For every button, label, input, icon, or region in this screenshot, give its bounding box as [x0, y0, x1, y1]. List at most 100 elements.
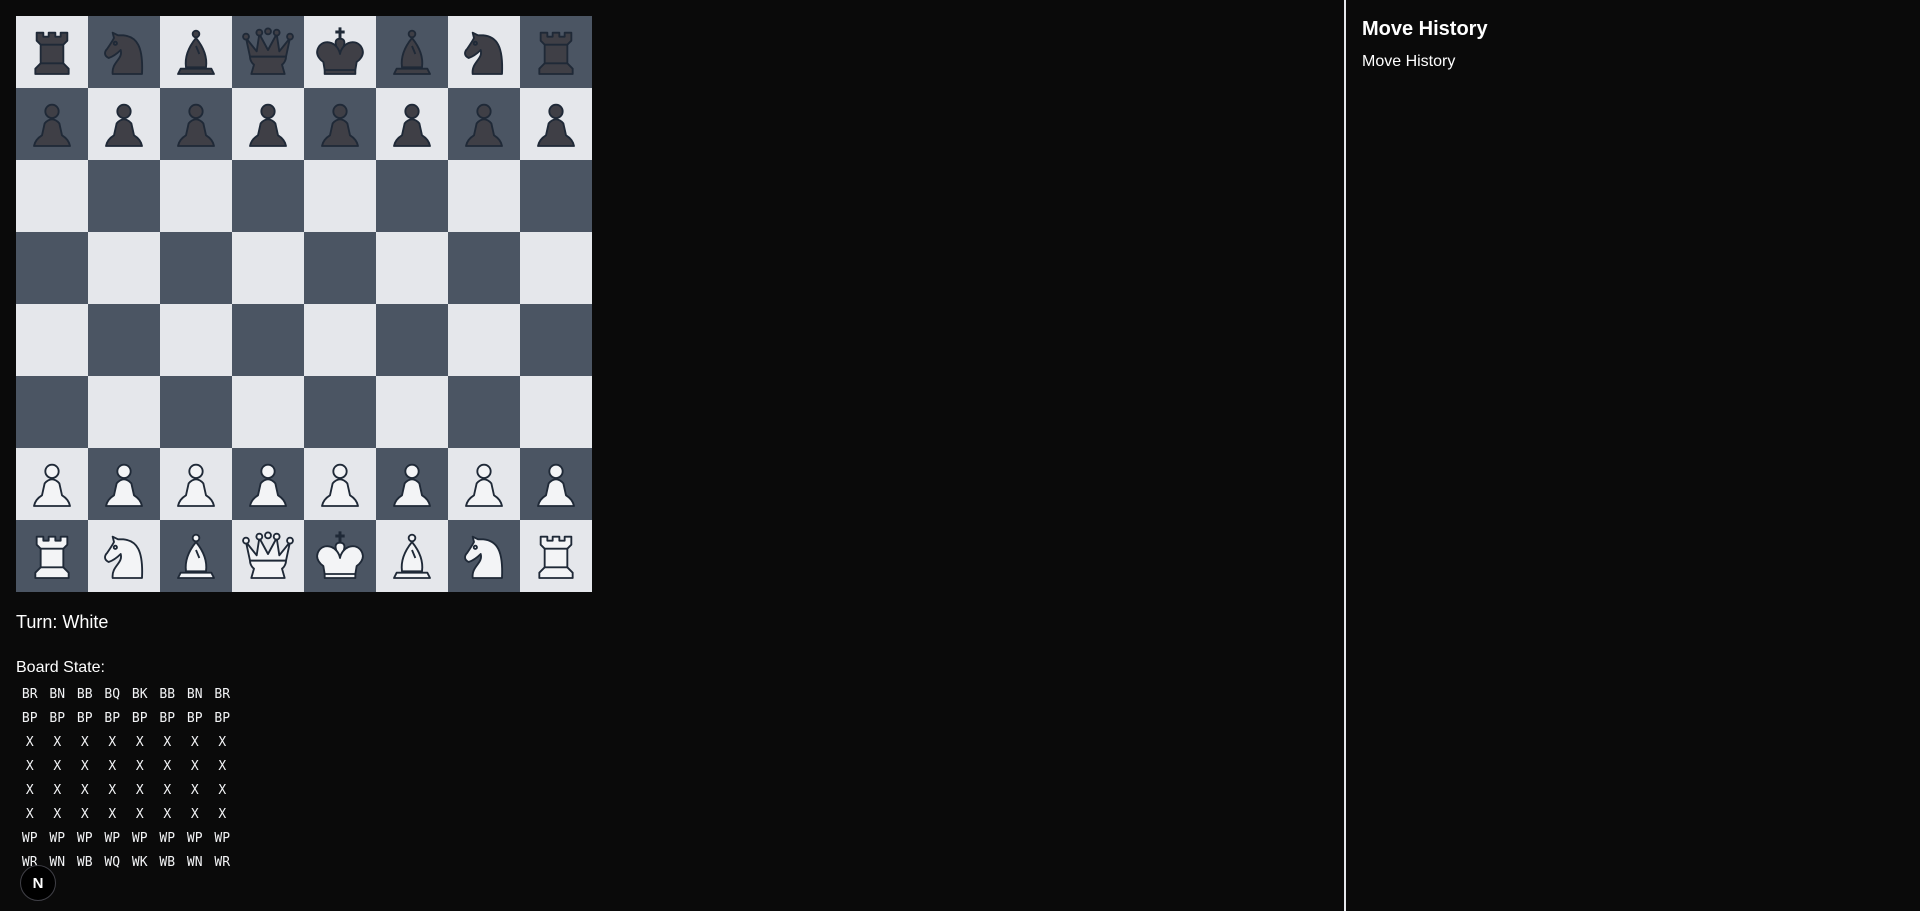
board-square[interactable]: [16, 376, 88, 448]
board-square[interactable]: [88, 376, 160, 448]
black-pawn-icon: [537, 103, 575, 147]
board-square[interactable]: [376, 16, 448, 88]
board-state-cell: X: [163, 759, 172, 774]
board-square[interactable]: [232, 88, 304, 160]
board-square[interactable]: [88, 304, 160, 376]
board-square[interactable]: [520, 16, 592, 88]
board-state-cell: X: [135, 783, 144, 798]
board-square[interactable]: [376, 448, 448, 520]
board-state-cell: X: [25, 807, 34, 822]
board-square[interactable]: [520, 448, 592, 520]
board-state-cell: X: [218, 783, 227, 798]
board-state-cell: X: [108, 735, 117, 750]
board-square[interactable]: [16, 520, 88, 592]
board-state-cell: WP: [21, 831, 38, 846]
board-square[interactable]: [16, 232, 88, 304]
board-state-cell: X: [135, 807, 144, 822]
board-square[interactable]: [520, 160, 592, 232]
black-pawn-icon: [249, 103, 287, 147]
board-square[interactable]: [232, 376, 304, 448]
board-square[interactable]: [160, 160, 232, 232]
board-square[interactable]: [520, 304, 592, 376]
board-square[interactable]: [232, 304, 304, 376]
board-square[interactable]: [376, 88, 448, 160]
board-square[interactable]: [520, 232, 592, 304]
board-state-cell: BP: [159, 711, 176, 726]
board-state-cell: X: [25, 783, 34, 798]
board-square[interactable]: [88, 520, 160, 592]
board-square[interactable]: [16, 16, 88, 88]
board-square[interactable]: [304, 232, 376, 304]
board-square[interactable]: [160, 520, 232, 592]
board-square[interactable]: [304, 520, 376, 592]
white-king-icon: [316, 531, 364, 579]
board-square[interactable]: [448, 520, 520, 592]
board-state-cell: WP: [186, 831, 203, 846]
board-square[interactable]: [304, 448, 376, 520]
board-state-text: BR BN BB BQ BK BB BN BR BP BP BP BP BP BP BP BP X X X X X X X X…: [16, 683, 1316, 875]
board-square[interactable]: [160, 16, 232, 88]
board-square[interactable]: [520, 376, 592, 448]
board-square[interactable]: [376, 304, 448, 376]
white-pawn-icon: [177, 463, 215, 507]
board-square[interactable]: [16, 448, 88, 520]
white-pawn-icon: [465, 463, 503, 507]
board-square[interactable]: [448, 448, 520, 520]
board-square[interactable]: [16, 304, 88, 376]
board-square[interactable]: [304, 304, 376, 376]
white-pawn-icon: [33, 463, 71, 507]
nextjs-logo-icon: N: [33, 875, 44, 892]
board-state-cell: BR: [214, 687, 231, 702]
board-square[interactable]: [160, 88, 232, 160]
board-square[interactable]: [304, 88, 376, 160]
board-square[interactable]: [376, 520, 448, 592]
board-square[interactable]: [160, 232, 232, 304]
board-square[interactable]: [304, 160, 376, 232]
board-square[interactable]: [88, 160, 160, 232]
board-state-cell: X: [80, 783, 89, 798]
board-state-label: Board State:: [16, 659, 105, 676]
board-state-row: BP BP BP BP BP BP BP BP: [16, 707, 1316, 731]
board-square[interactable]: [160, 304, 232, 376]
board-square[interactable]: [304, 16, 376, 88]
board-square[interactable]: [520, 520, 592, 592]
white-rook-icon: [34, 535, 70, 579]
white-bishop-icon: [393, 533, 431, 579]
board-state-cell: BP: [214, 711, 231, 726]
board-state-cell: BB: [159, 687, 176, 702]
board-square[interactable]: [232, 16, 304, 88]
board-square[interactable]: [520, 88, 592, 160]
board-square[interactable]: [448, 88, 520, 160]
board-square[interactable]: [88, 232, 160, 304]
board-square[interactable]: [448, 232, 520, 304]
board-square[interactable]: [160, 376, 232, 448]
board-square[interactable]: [376, 376, 448, 448]
move-history-title: Move History: [1362, 18, 1488, 40]
board-square[interactable]: [16, 160, 88, 232]
board-state-cell: BP: [186, 711, 203, 726]
board-state-cell: X: [135, 759, 144, 774]
board-square[interactable]: [304, 376, 376, 448]
board-square[interactable]: [448, 376, 520, 448]
board-square[interactable]: [88, 88, 160, 160]
board-square[interactable]: [16, 88, 88, 160]
board-square[interactable]: [232, 520, 304, 592]
board-square[interactable]: [232, 160, 304, 232]
board-square[interactable]: [376, 232, 448, 304]
board-square[interactable]: [232, 232, 304, 304]
board-square[interactable]: [88, 448, 160, 520]
black-rook-icon: [34, 31, 70, 75]
move-history-panel: Move History Move History: [1344, 0, 1920, 911]
board-square[interactable]: [88, 16, 160, 88]
board-square[interactable]: [232, 448, 304, 520]
board-square[interactable]: [160, 448, 232, 520]
board-state-cell: WP: [131, 831, 148, 846]
board-square[interactable]: [448, 160, 520, 232]
board-square[interactable]: [448, 16, 520, 88]
board-square[interactable]: [376, 160, 448, 232]
board-state-cell: BB: [76, 687, 93, 702]
board-square[interactable]: [448, 304, 520, 376]
board-state-cell: BP: [76, 711, 93, 726]
board-state-cell: X: [190, 807, 199, 822]
nextjs-dev-badge[interactable]: N: [20, 865, 56, 901]
